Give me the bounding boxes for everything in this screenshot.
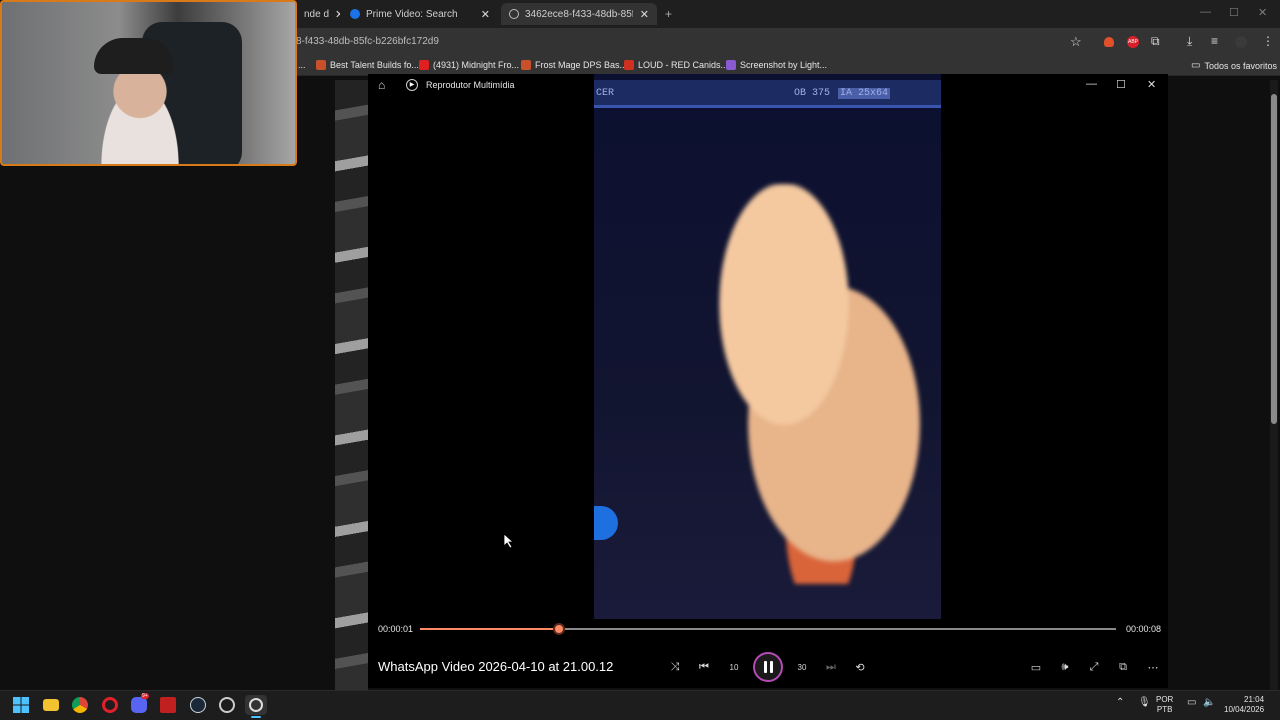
player-minimize-button[interactable]: — [1086,78,1097,90]
address-bar[interactable]: 8-f433-48db-85fc-b226bfc172d9 [296,36,439,47]
more-options-icon[interactable]: ⋯ [1143,658,1163,676]
tab-close-icon[interactable]: ✕ [640,8,649,21]
pause-icon [763,661,767,673]
media-player-window: CER OB 375 IA 25x64 ⌂ ▶ Reprodutor Multi… [368,74,1168,688]
microphone-icon[interactable]: 🎙 [1138,697,1151,708]
pause-button[interactable] [753,652,783,682]
steam-icon[interactable] [187,695,209,715]
show-hidden-icons-chevron-icon[interactable]: ⌃ [1116,697,1124,708]
volume-icon[interactable]: 🕪 [1055,658,1075,676]
next-track-icon[interactable]: ⏭ [821,658,841,676]
profile-avatar[interactable] [1235,36,1247,48]
video-title: WhatsApp Video 2026-04-10 at 21.00.12 [378,659,614,674]
previous-track-icon[interactable]: ⏮ [694,658,714,676]
repeat-off-icon[interactable]: ⟲ [850,658,870,676]
tab-label: 3462ece8-f433-48db-85fc-b226 [525,8,633,20]
mouse-cursor-icon [504,534,514,549]
shuffle-icon[interactable]: ⤨ [665,658,685,676]
black-cap [94,38,174,74]
total-time: 00:00:08 [1126,624,1162,634]
blue-object [594,506,618,540]
youtube-icon [419,60,429,70]
tab-close-icon[interactable]: ✕ [335,8,340,21]
fullscreen-icon[interactable]: ⤢ [1084,658,1104,676]
player-close-button[interactable]: ✕ [1147,78,1156,91]
layout-label: PTB [1156,705,1173,714]
media-player-app-icon: ▶ [406,79,418,91]
player-maximize-button[interactable]: ☐ [1116,78,1126,91]
bookmark-item[interactable]: Frost Mage DPS Bas... [521,60,627,70]
browser-maximize-button[interactable]: ☐ [1229,6,1239,19]
discord-badge: 9+ [141,693,149,699]
clock-date: 10/04/2026 [1224,705,1265,714]
all-bookmarks-folder[interactable]: ▭ Todos os favoritos [1191,60,1277,71]
tab-label: nde d [304,8,330,20]
language-label: POR [1156,695,1174,704]
chrome-icon[interactable] [69,695,91,715]
bookmark-item[interactable]: Best Talent Builds fo... [316,60,419,70]
globe-icon [509,9,519,19]
browser-minimize-button[interactable]: — [1200,6,1211,18]
speaker-icon[interactable]: 🔈 [1203,697,1215,708]
video-frame[interactable]: CER OB 375 IA 25x64 [594,74,941,619]
video-subject [684,184,934,584]
tab-label: Prime Video: Search [366,8,458,20]
voicemeeter-icon[interactable] [157,695,179,715]
bookmark-favicon-icon [624,60,634,70]
tab-close-icon[interactable]: ✕ [481,8,490,21]
bookmark-item[interactable]: Screenshot by Light... [726,60,827,70]
browser-close-button[interactable]: ✕ [1258,6,1267,19]
active-app-indicator [251,716,261,718]
tab-prime-video[interactable]: Prime Video: Search ✕ [342,3,498,25]
clock[interactable]: 21:04 10/04/2026 [1224,695,1264,715]
prime-video-favicon-icon [350,9,360,19]
skip-back-10-icon[interactable]: 10 [724,658,744,676]
puzzle-extensions-icon[interactable]: ⧉ [1151,34,1160,49]
pause-icon-bar [769,661,773,673]
new-tab-button[interactable]: + [665,7,672,21]
current-time: 00:00:01 [378,624,414,634]
seek-bar-progress [420,628,560,630]
tab-current[interactable]: 3462ece8-f433-48db-85fc-b226 ✕ [501,3,657,25]
clock-time: 21:04 [1244,695,1265,704]
webcam-overlay [0,0,297,166]
menu-kebab-icon[interactable]: ⋮ [1262,34,1274,48]
bookmark-favicon-icon [316,60,326,70]
bookmark-item[interactable]: LOUD - RED Canids... [624,60,728,70]
tab-previous[interactable]: nde d ✕ [296,3,340,25]
bookmark-favicon-icon [726,60,736,70]
media-player-taskbar-icon[interactable] [245,695,267,715]
file-explorer-icon[interactable] [40,695,62,715]
media-control-icon[interactable]: ≡ [1211,34,1218,48]
mini-player-icon[interactable]: ⧉ [1113,658,1133,676]
network-icon[interactable]: ▭ [1187,697,1196,708]
bookmark-favicon-icon [521,60,531,70]
player-title-bar: ⌂ ▶ Reprodutor Multimídia — ☐ ✕ [368,74,1168,96]
background-page-image [335,80,368,690]
home-icon[interactable]: ⌂ [378,78,385,92]
opera-icon[interactable] [99,695,121,715]
adblock-icon[interactable]: ABP [1127,36,1139,48]
app-title: Reprodutor Multimídia [426,80,515,90]
scrollbar-thumb[interactable] [1271,94,1277,424]
bookmark-item[interactable]: (4931) Midnight Fro... [419,60,519,70]
star-bookmark-icon[interactable]: ☆ [1070,34,1082,50]
bookmark-item[interactable]: ... [298,60,306,70]
seek-thumb[interactable] [553,623,566,635]
input-language[interactable]: POR PTB [1156,695,1173,715]
folder-icon: ▭ [1191,60,1201,71]
skip-forward-30-icon[interactable]: 30 [792,658,812,676]
extension-icon[interactable] [1104,37,1114,47]
start-windows-icon[interactable] [10,695,32,715]
download-icon[interactable]: ⤓ [1187,34,1192,49]
page-scrollbar[interactable] [1270,80,1278,690]
subtitles-icon[interactable]: ▭ [1026,658,1046,676]
discord-icon[interactable]: 9+ [128,693,150,715]
windows-logo-icon [13,697,29,713]
app-icon[interactable] [216,695,238,715]
